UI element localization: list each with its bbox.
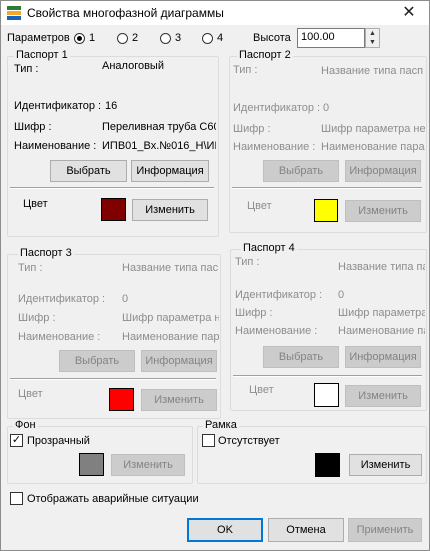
passport-4-name-label: Наименование : bbox=[235, 325, 318, 337]
passport-3-cipher-label: Шифр : bbox=[18, 312, 56, 324]
param-count-radio-2[interactable] bbox=[117, 33, 128, 44]
passport-4-separator bbox=[233, 375, 422, 377]
chart-app-icon bbox=[7, 6, 21, 20]
passport-3-name-label: Наименование : bbox=[18, 331, 101, 343]
passport-4-cipher-label: Шифр : bbox=[235, 307, 273, 319]
height-spinner[interactable]: ▲ ▼ bbox=[365, 28, 380, 48]
passport-3-type-label: Тип : bbox=[18, 262, 43, 274]
background-change-button[interactable]: Изменить bbox=[111, 454, 185, 476]
passport-1-select-button[interactable]: Выбрать bbox=[50, 160, 127, 182]
passport-2-type-value: Название типа пасп bbox=[321, 65, 424, 77]
passport-4-select-button[interactable]: Выбрать bbox=[263, 346, 339, 368]
transparent-label: Прозрачный bbox=[27, 435, 90, 447]
passport-2-title: Паспорт 2 bbox=[237, 49, 293, 61]
passport-1-cipher-value: Переливная труба С60 bbox=[102, 121, 216, 133]
passport-1-name-label: Наименование : bbox=[14, 140, 97, 152]
param-count-label-4: 4 bbox=[217, 32, 224, 44]
param-count-label-1: 1 bbox=[89, 32, 96, 44]
passport-2-name-label: Наименование : bbox=[233, 141, 316, 153]
passport-1-name-value: ИПВ01_Вх.№016_Н\ИГ bbox=[102, 140, 216, 152]
passport-2-type-label: Тип : bbox=[233, 64, 258, 76]
passport-3-separator bbox=[10, 378, 216, 380]
title-bar[interactable]: Свойства многофазной диаграммы ✕ bbox=[1, 1, 429, 25]
close-icon[interactable]: ✕ bbox=[399, 3, 419, 23]
passport-3-color-swatch bbox=[109, 388, 134, 411]
background-title: Фон bbox=[13, 419, 38, 431]
passport-3-type-value: Название типа пас bbox=[122, 262, 219, 274]
passport-4-type-value: Название типа пас bbox=[338, 261, 425, 273]
passport-2-color-label: Цвет bbox=[247, 200, 272, 212]
spin-up-icon[interactable]: ▲ bbox=[366, 29, 379, 38]
background-color-swatch bbox=[79, 453, 104, 476]
passport-1-id-value: 16 bbox=[105, 100, 118, 112]
passport-4-name-value: Наименование пар bbox=[338, 325, 425, 337]
passport-3-change-color-button[interactable]: Изменить bbox=[141, 389, 217, 411]
show-alarms-checkbox[interactable] bbox=[10, 492, 23, 505]
passport-2-change-color-button[interactable]: Изменить bbox=[345, 200, 421, 222]
passport-3-select-button[interactable]: Выбрать bbox=[59, 350, 135, 372]
passport-2-cipher-value: Шифр параметра не bbox=[321, 123, 425, 135]
passport-4-color-swatch bbox=[314, 383, 339, 407]
passport-1-cipher-label: Шифр : bbox=[14, 121, 52, 133]
param-count-label-2: 2 bbox=[132, 32, 139, 44]
passport-3-name-value: Наименование пар bbox=[122, 331, 219, 343]
passport-1-color-swatch bbox=[101, 198, 126, 221]
passport-1-type-label: Тип : bbox=[14, 63, 39, 75]
passport-2-select-button[interactable]: Выбрать bbox=[263, 160, 339, 182]
passport-1-id-label: Идентификатор : bbox=[14, 100, 102, 112]
height-input[interactable]: 100.00 bbox=[297, 28, 365, 48]
passport-3-info-button[interactable]: Информация bbox=[141, 350, 217, 372]
frame-change-button[interactable]: Изменить bbox=[349, 454, 422, 476]
dialog-window: Свойства многофазной диаграммы ✕ Парамет… bbox=[0, 0, 430, 551]
param-count-radio-3[interactable] bbox=[160, 33, 171, 44]
show-alarms-label: Отображать аварийные ситуации bbox=[27, 493, 199, 505]
passport-3-color-label: Цвет bbox=[18, 388, 43, 400]
frame-title: Рамка bbox=[203, 419, 239, 431]
passport-1-color-label: Цвет bbox=[23, 198, 48, 210]
cancel-button[interactable]: Отмена bbox=[268, 518, 344, 542]
window-title: Свойства многофазной диаграммы bbox=[27, 6, 224, 20]
passport-3-id-value: 0 bbox=[122, 293, 129, 305]
frame-color-swatch bbox=[315, 453, 340, 477]
passport-4-title: Паспорт 4 bbox=[241, 242, 297, 254]
passport-2-color-swatch bbox=[314, 199, 338, 222]
passport-1-info-button[interactable]: Информация bbox=[131, 160, 209, 182]
passport-1-type-value: Аналоговый bbox=[102, 60, 164, 72]
frame-absent-label: Отсутствует bbox=[218, 435, 280, 447]
passport-3-id-label: Идентификатор : bbox=[18, 293, 106, 305]
passport-2-id-label: Идентификатор : bbox=[233, 102, 321, 114]
passport-4-type-label: Тип : bbox=[235, 256, 260, 268]
param-count-label-3: 3 bbox=[175, 32, 182, 44]
passport-2-name-value: Наименование пара bbox=[321, 141, 425, 153]
frame-absent-checkbox[interactable] bbox=[202, 434, 215, 447]
passport-1-separator bbox=[10, 187, 214, 189]
transparent-checkbox[interactable]: ✓ bbox=[10, 434, 23, 447]
passport-1-title: Паспорт 1 bbox=[14, 49, 70, 61]
passport-4-cipher-value: Шифр параметра bbox=[338, 307, 425, 319]
passport-2-id-value: 0 bbox=[323, 102, 330, 114]
passport-1-change-color-button[interactable]: Изменить bbox=[132, 199, 208, 221]
passport-2-separator bbox=[232, 187, 422, 189]
spin-down-icon[interactable]: ▼ bbox=[366, 38, 379, 47]
passport-4-id-value: 0 bbox=[338, 289, 345, 301]
passport-4-info-button[interactable]: Информация bbox=[345, 346, 421, 368]
apply-button[interactable]: Применить bbox=[348, 518, 422, 542]
passport-3-title: Паспорт 3 bbox=[18, 247, 74, 259]
passport-2-info-button[interactable]: Информация bbox=[345, 160, 421, 182]
param-count-radio-4[interactable] bbox=[202, 33, 213, 44]
params-label: Параметров bbox=[7, 32, 70, 44]
ok-button[interactable]: OK bbox=[187, 518, 263, 542]
param-count-radio-1[interactable] bbox=[74, 33, 85, 44]
passport-4-change-color-button[interactable]: Изменить bbox=[345, 385, 421, 407]
passport-4-id-label: Идентификатор : bbox=[235, 289, 323, 301]
height-label: Высота bbox=[253, 32, 291, 44]
passport-3-cipher-value: Шифр параметра н bbox=[122, 312, 219, 324]
passport-4-color-label: Цвет bbox=[249, 384, 274, 396]
passport-2-cipher-label: Шифр : bbox=[233, 123, 271, 135]
